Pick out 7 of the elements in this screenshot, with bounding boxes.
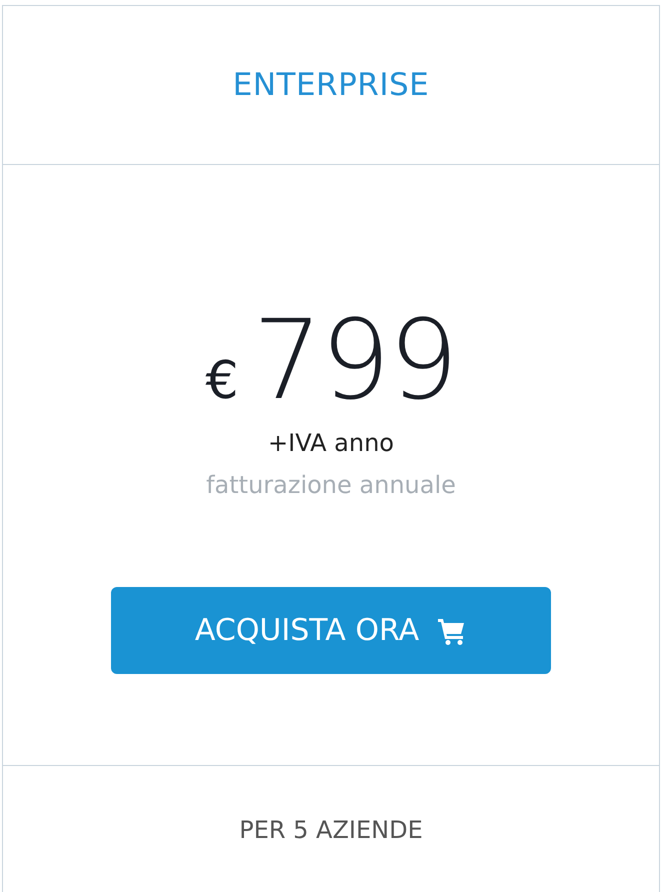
price-amount: 799	[252, 305, 457, 415]
companies-note: PER 5 AZIENDE	[239, 816, 423, 846]
price-suffix: +IVA anno	[268, 429, 394, 457]
billing-note: fatturazione annuale	[206, 471, 456, 499]
currency-symbol: €	[205, 355, 239, 407]
buy-now-button[interactable]: ACQUISTA ORA	[111, 587, 551, 674]
plan-name: ENTERPRISE	[232, 67, 430, 103]
